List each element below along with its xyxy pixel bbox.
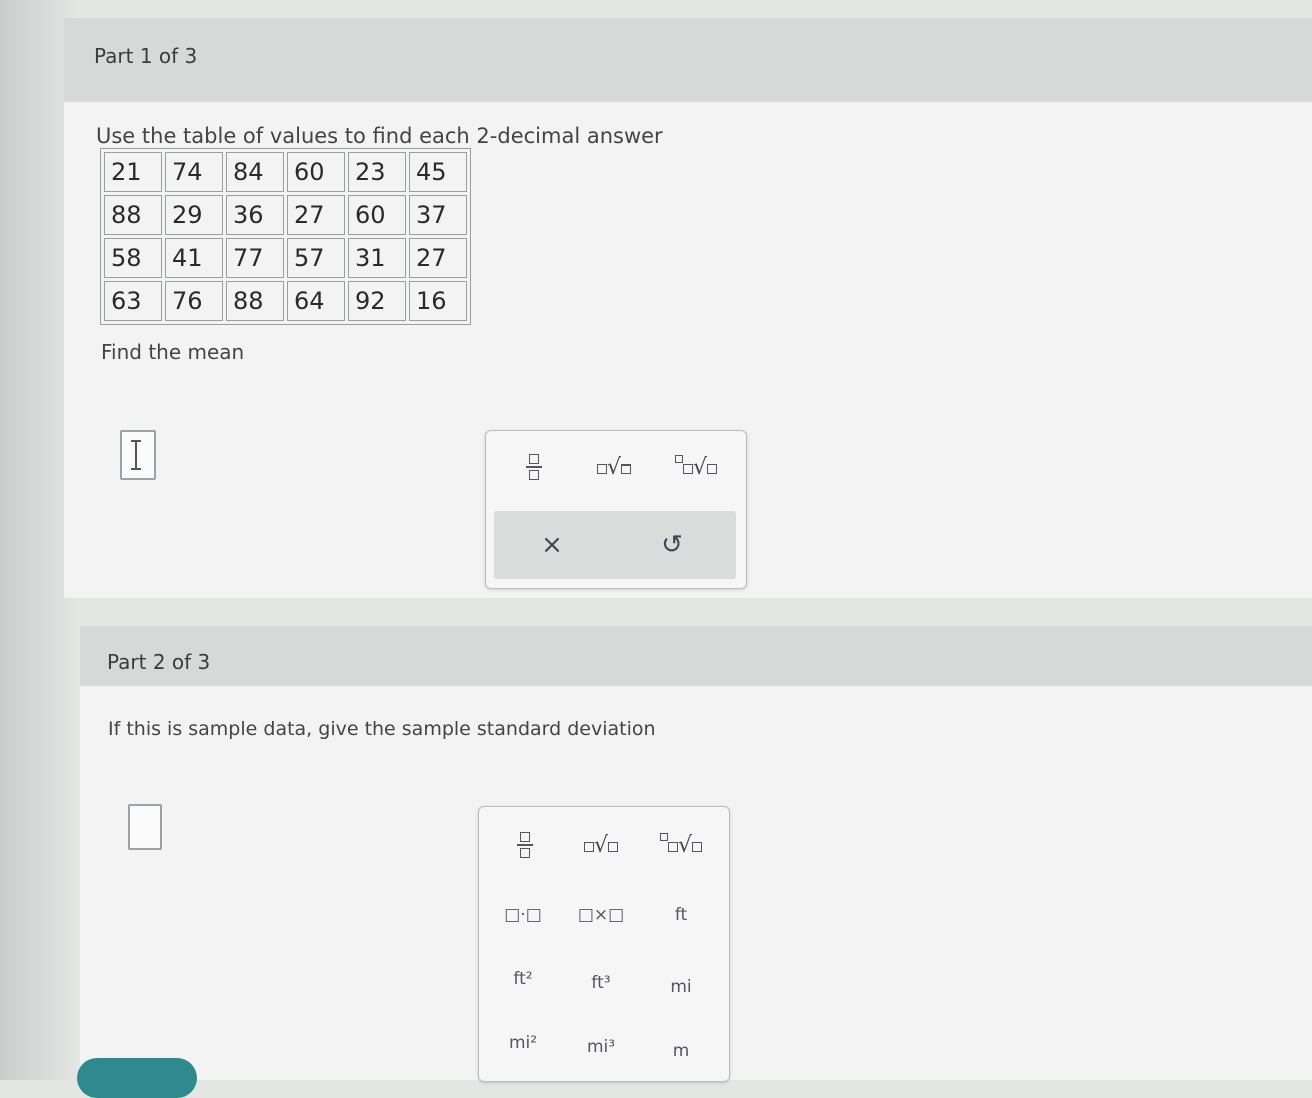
table-cell: 57	[287, 238, 345, 278]
table-row: 58 41 77 57 31 27	[104, 238, 467, 278]
unit-ft3-button[interactable]: ft³	[571, 965, 631, 1001]
part1-header-label: Part 1 of 3	[94, 44, 198, 68]
table-cell: 29	[165, 195, 223, 235]
dot-product-label: □·□	[504, 905, 542, 925]
dot-product-button[interactable]: □·□	[493, 897, 553, 933]
text-cursor-icon	[131, 440, 141, 470]
table-cell: 27	[287, 195, 345, 235]
part2-header-label: Part 2 of 3	[107, 650, 211, 674]
unit-m-label: m	[672, 1041, 690, 1061]
table-cell: 31	[348, 238, 406, 278]
sqrt-button[interactable]: √	[586, 447, 642, 487]
part2-question: If this is sample data, give the sample …	[108, 718, 656, 740]
table-cell: 41	[165, 238, 223, 278]
table-cell: 58	[104, 238, 162, 278]
part1-math-toolbar: √ √ × ↺	[485, 430, 747, 589]
std-dev-answer-input[interactable]	[128, 804, 162, 850]
table-cell: 92	[348, 281, 406, 321]
part1-header: Part 1 of 3	[64, 18, 1312, 102]
table-cell: 16	[409, 281, 467, 321]
table-cell: 88	[104, 195, 162, 235]
table-cell: 64	[287, 281, 345, 321]
sqrt-icon: √	[596, 455, 632, 480]
table-cell: 77	[226, 238, 284, 278]
unit-mi3-label: mi³	[586, 1037, 616, 1057]
sqrt-icon: √	[583, 833, 619, 858]
clear-icon: ×	[541, 530, 563, 560]
table-cell: 60	[287, 152, 345, 192]
sqrt-button[interactable]: √	[573, 825, 629, 865]
nth-root-icon: √	[659, 832, 703, 858]
table-cell: 45	[409, 152, 467, 192]
times-label: □×□	[577, 905, 625, 925]
mean-answer-input[interactable]	[120, 430, 156, 480]
unit-mi3-button[interactable]: mi³	[571, 1029, 631, 1065]
table-cell: 84	[226, 152, 284, 192]
table-cell: 76	[165, 281, 223, 321]
part2-header: Part 2 of 3	[80, 626, 1312, 686]
table-row: 21 74 84 60 23 45	[104, 152, 467, 192]
part2-math-toolbar: √ √ □·□ □×□ ft ft² ft³ mi mi² mi³ m	[478, 806, 730, 1082]
table-cell: 27	[409, 238, 467, 278]
part1-question: Find the mean	[101, 340, 245, 364]
table-cell: 36	[226, 195, 284, 235]
undo-icon: ↺	[661, 530, 683, 560]
unit-ft-label: ft	[674, 905, 688, 925]
unit-ft-button[interactable]: ft	[653, 897, 709, 933]
table-cell: 74	[165, 152, 223, 192]
nth-root-button[interactable]: √	[651, 825, 711, 865]
fraction-button[interactable]	[516, 447, 552, 487]
unit-mi-button[interactable]: mi	[653, 969, 709, 1005]
unit-ft3-label: ft³	[591, 973, 611, 993]
table-cell: 63	[104, 281, 162, 321]
unit-mi2-button[interactable]: mi²	[493, 1025, 553, 1061]
part1-instruction: Use the table of values to find each 2-d…	[96, 124, 663, 148]
table-row: 63 76 88 64 92 16	[104, 281, 467, 321]
unit-m-button[interactable]: m	[653, 1033, 709, 1069]
table-cell: 60	[348, 195, 406, 235]
fraction-button[interactable]	[507, 825, 543, 865]
fraction-icon	[517, 832, 533, 858]
unit-mi-label: mi	[670, 977, 692, 997]
table-cell: 88	[226, 281, 284, 321]
fraction-icon	[526, 454, 542, 480]
table-cell: 23	[348, 152, 406, 192]
unit-mi2-label: mi²	[508, 1033, 538, 1053]
values-table: 21 74 84 60 23 45 88 29 36 27 60 37 58 41 77 57 31 27 63 76…	[100, 148, 471, 325]
unit-ft2-label: ft²	[513, 969, 533, 989]
table-cell: 21	[104, 152, 162, 192]
times-button[interactable]: □×□	[571, 897, 631, 933]
nth-root-button[interactable]: √	[666, 447, 726, 487]
check-answer-button[interactable]	[77, 1058, 197, 1098]
unit-ft2-button[interactable]: ft²	[493, 961, 553, 997]
table-cell: 37	[409, 195, 467, 235]
nth-root-icon: √	[674, 454, 718, 480]
clear-button[interactable]: ×	[526, 523, 578, 567]
table-row: 88 29 36 27 60 37	[104, 195, 467, 235]
undo-button[interactable]: ↺	[646, 523, 698, 567]
